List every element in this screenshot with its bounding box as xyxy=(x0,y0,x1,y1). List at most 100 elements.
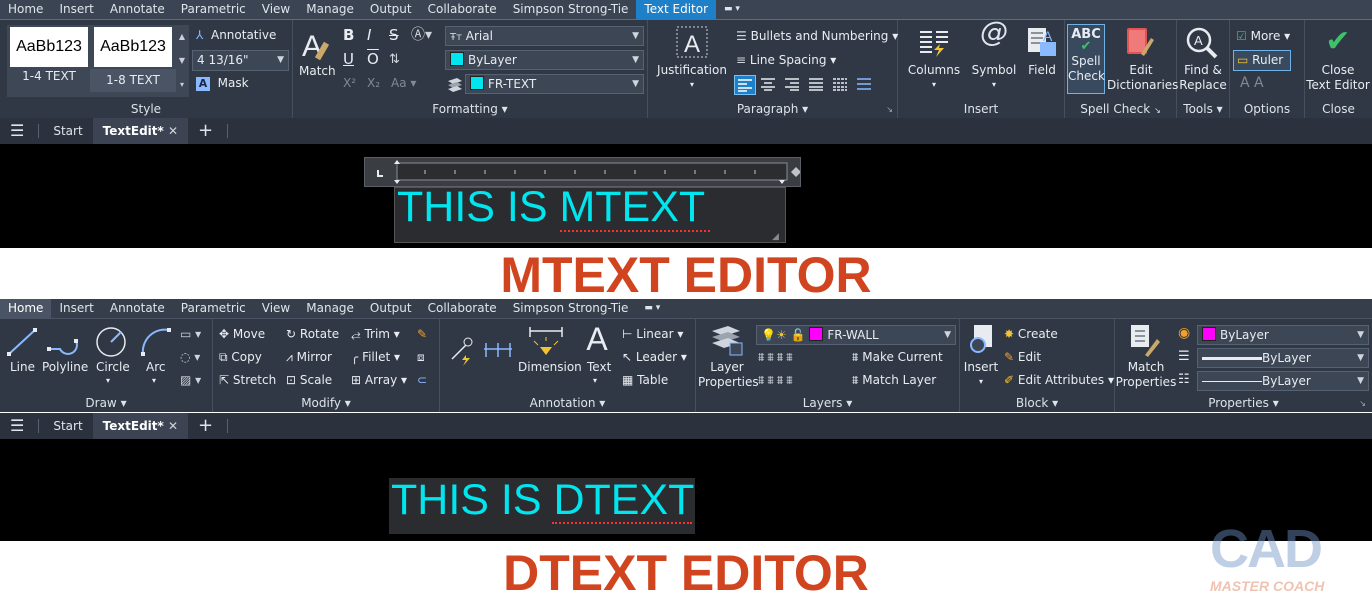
copy-button[interactable]: ⧉ Copy xyxy=(219,350,262,365)
overline-button[interactable]: O xyxy=(367,52,379,67)
distribute-button[interactable] xyxy=(830,75,852,95)
italic-button[interactable]: I xyxy=(367,28,371,43)
rotate-button[interactable]: ↻ Rotate xyxy=(286,327,339,342)
menu-annotate[interactable]: Annotate xyxy=(102,299,173,318)
layer-dropdown[interactable]: FR-TEXT ▼ xyxy=(465,74,644,94)
dtext-content[interactable]: THIS IS DTEXT xyxy=(391,476,694,524)
fillet-button[interactable]: ╭ Fillet ▾ xyxy=(351,350,400,365)
close-icon[interactable]: ✕ xyxy=(168,419,178,433)
ruler-toggle[interactable]: ▭ Ruler xyxy=(1233,50,1291,71)
menu-annotate[interactable]: Annotate xyxy=(102,0,173,19)
match-properties-label-2[interactable]: Properties xyxy=(1115,375,1177,390)
align-center-button[interactable] xyxy=(758,75,780,95)
dialog-launcher-icon[interactable]: ↘ xyxy=(886,105,893,114)
tab-start[interactable]: Start xyxy=(43,413,92,439)
mask-button[interactable]: A Mask xyxy=(196,76,249,91)
line-button[interactable]: Line xyxy=(10,360,35,375)
layer-dropdown[interactable]: 💡☀ 🔓 FR-WALL ▼ xyxy=(756,325,956,345)
hamburger-menu-icon[interactable]: ☰ xyxy=(0,118,34,144)
move-button[interactable]: ✥ Move xyxy=(219,327,265,342)
linetype-dropdown[interactable]: ByLayer ▼ xyxy=(1197,371,1369,391)
tab-textedit[interactable]: TextEdit* ✕ xyxy=(92,413,189,439)
circle-button[interactable]: Circle xyxy=(96,360,130,375)
rectangle-icon[interactable]: ▭ ▾ xyxy=(180,327,201,342)
erase-icon[interactable]: ✎ xyxy=(417,327,427,342)
scale-button[interactable]: ⊡ Scale xyxy=(286,373,332,388)
menu-parametric[interactable]: Parametric xyxy=(173,0,254,19)
line-spacing-button[interactable]: ≡ Line Spacing ▾ xyxy=(736,53,836,68)
columns-button[interactable]: Columns xyxy=(904,63,964,78)
polyline-button[interactable]: Polyline xyxy=(42,360,88,375)
mtext-content[interactable]: THIS IS MTEXT xyxy=(397,183,705,231)
text-height-dropdown[interactable]: 4 13/16" ▼ xyxy=(192,50,289,71)
table-button[interactable]: ▦ Table xyxy=(622,373,668,388)
trim-button[interactable]: ⥄ Trim ▾ xyxy=(351,327,400,342)
bottom-drawing-canvas[interactable]: THIS IS DTEXT xyxy=(0,439,1372,541)
menu-home[interactable]: Home xyxy=(0,299,52,318)
style-sample-1[interactable]: AaBb123 xyxy=(10,27,88,67)
spell-check-button[interactable]: ABC ✔ Spell Check xyxy=(1067,24,1105,94)
make-current-button[interactable]: ⩩ Make Current xyxy=(852,350,943,365)
text-color-format-icon[interactable]: Ⓐ▾ xyxy=(411,28,432,43)
gradient-icon[interactable]: ▨ ▾ xyxy=(180,373,201,388)
ribbon-toggle-button[interactable]: ▬ ▾ xyxy=(716,0,748,19)
match-button[interactable]: Match xyxy=(299,64,336,79)
top-drawing-canvas[interactable]: THIS IS MTEXT ◢ xyxy=(0,144,1372,248)
mirror-button[interactable]: ⩘ Mirror xyxy=(286,350,332,365)
more-button[interactable]: ☑ More ▾ xyxy=(1236,29,1290,44)
tab-start[interactable]: Start xyxy=(43,118,92,144)
layer-properties-label-1[interactable]: Layer xyxy=(698,360,756,375)
menu-insert[interactable]: Insert xyxy=(51,0,101,19)
layer-tools-row-2-icons[interactable]: ⩩⩩⩩⩩ xyxy=(758,373,796,388)
annotative-toggle[interactable]: ⅄ Annotative xyxy=(196,28,276,43)
menu-insert[interactable]: Insert xyxy=(51,299,101,318)
align-left-button[interactable] xyxy=(734,75,756,95)
menu-view[interactable]: View xyxy=(254,299,298,318)
text-button[interactable]: Text xyxy=(587,360,611,375)
hamburger-menu-icon[interactable]: ☰ xyxy=(0,413,34,439)
explode-icon[interactable]: ⧈ xyxy=(417,350,425,365)
menu-home[interactable]: Home xyxy=(0,0,51,19)
field-button[interactable]: Field xyxy=(1022,63,1062,78)
symbol-button[interactable]: Symbol xyxy=(970,63,1018,78)
color-dropdown[interactable]: ByLayer ▼ xyxy=(445,50,644,70)
hatch-icon[interactable]: ◌ ▾ xyxy=(180,350,200,365)
edit-attributes-button[interactable]: ✐ Edit Attributes ▾ xyxy=(1004,373,1114,388)
justify-button[interactable] xyxy=(806,75,828,95)
tab-textedit[interactable]: TextEdit* ✕ xyxy=(92,118,189,144)
menu-collaborate[interactable]: Collaborate xyxy=(420,299,505,318)
edit-dictionaries-label-2[interactable]: Dictionaries xyxy=(1107,78,1178,93)
menu-manage[interactable]: Manage xyxy=(298,0,362,19)
menu-text-editor[interactable]: Text Editor xyxy=(636,0,717,19)
edit-dictionaries-label-1[interactable]: Edit xyxy=(1107,63,1175,78)
stretch-button[interactable]: ⇱ Stretch xyxy=(219,373,276,388)
close-text-editor-label-1[interactable]: Close xyxy=(1305,63,1371,78)
edit-block-button[interactable]: ✎ Edit xyxy=(1004,350,1041,365)
match-properties-label-1[interactable]: Match xyxy=(1115,360,1177,375)
menu-simpson[interactable]: Simpson Strong-Tie xyxy=(505,299,637,318)
menu-simpson[interactable]: Simpson Strong-Tie xyxy=(505,0,637,19)
linear-button[interactable]: ⊢ Linear ▾ xyxy=(622,327,683,342)
style-sample-2[interactable]: AaBb123 xyxy=(94,27,172,67)
paragraph-spacing-button[interactable] xyxy=(854,75,876,95)
bullets-button[interactable]: ☰ Bullets and Numbering ▾ xyxy=(736,29,898,44)
underline-button[interactable]: U xyxy=(343,52,354,67)
resize-grip-icon[interactable]: ◢ xyxy=(772,232,779,242)
new-tab-plus-icon[interactable]: + xyxy=(188,413,223,439)
ribbon-toggle-button[interactable]: ▬ ▾ xyxy=(636,299,668,318)
insert-block-button[interactable]: Insert xyxy=(960,360,1002,375)
justification-button[interactable]: Justification xyxy=(652,63,732,78)
style-gallery-scroll[interactable]: ▲ ▼ ▾ xyxy=(176,25,188,97)
match-layer-button[interactable]: ⩩ Match Layer xyxy=(852,373,936,388)
layer-properties-label-2[interactable]: Properties xyxy=(698,375,759,390)
color-property-dropdown[interactable]: ByLayer ▼ xyxy=(1197,325,1369,345)
layer-tools-row-1-icons[interactable]: ⩩⩩⩩⩩ xyxy=(758,350,796,365)
lineweight-dropdown[interactable]: ByLayer ▼ xyxy=(1197,348,1369,368)
menu-parametric[interactable]: Parametric xyxy=(173,299,254,318)
dialog-launcher-icon[interactable]: ↘ xyxy=(1359,399,1366,408)
leader-button[interactable]: ↖ Leader ▾ xyxy=(622,350,687,365)
menu-view[interactable]: View xyxy=(254,0,298,19)
array-button[interactable]: ⊞ Array ▾ xyxy=(351,373,407,388)
new-tab-plus-icon[interactable]: + xyxy=(188,118,223,144)
menu-output[interactable]: Output xyxy=(362,299,420,318)
